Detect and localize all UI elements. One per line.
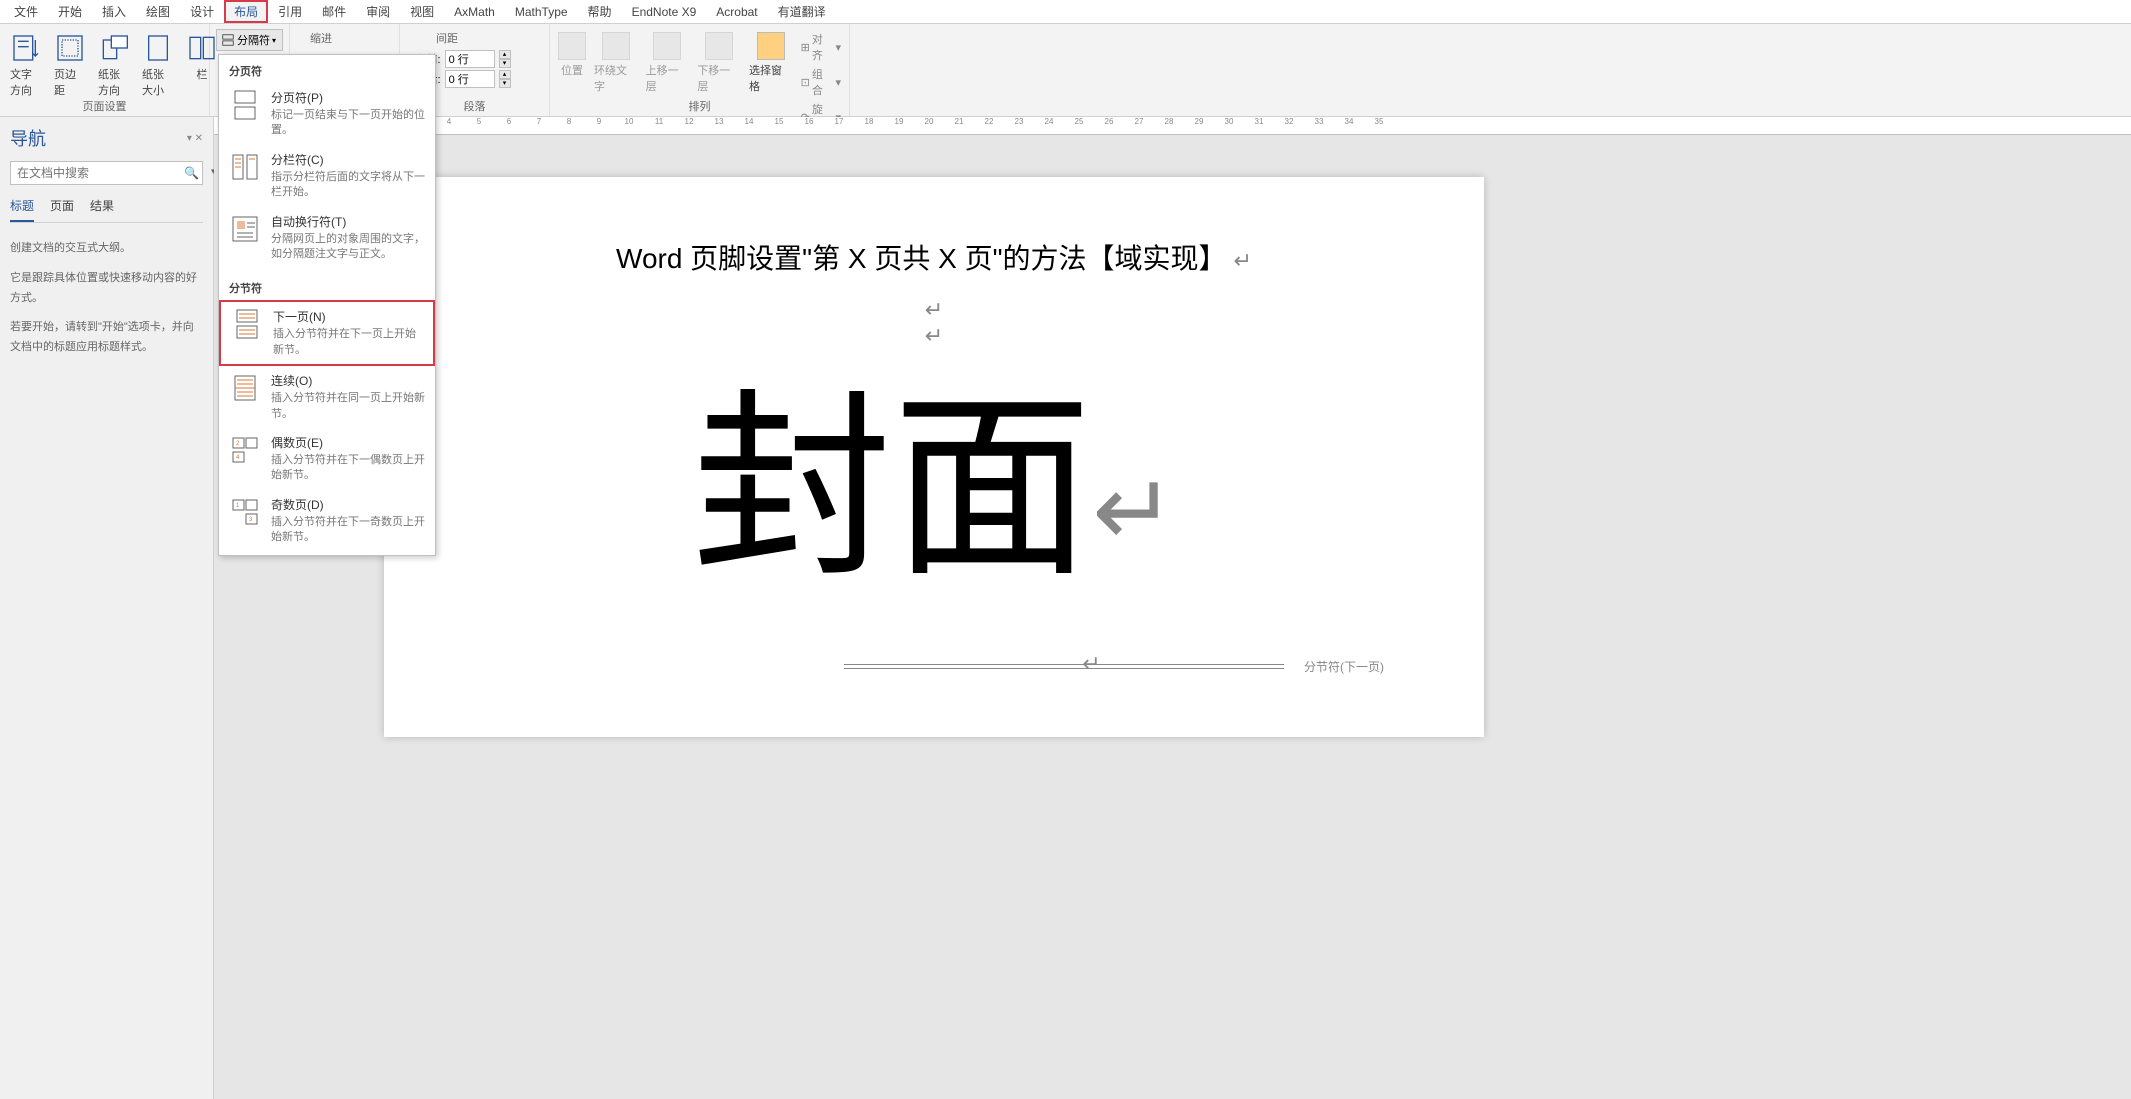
odd-page-break-item[interactable]: 13 奇数页(D)插入分节符并在下一奇数页上开始新节。 [219, 490, 435, 552]
document-area[interactable]: 4321123456789101112131415161718192021222… [214, 117, 2131, 1099]
tab-mathtype[interactable]: MathType [505, 2, 578, 22]
align-button[interactable]: ⊞对齐▾ [799, 30, 843, 64]
columns-label: 栏 [197, 66, 208, 82]
section-break-indicator: ↵ 分节符(下一页) [484, 651, 1384, 677]
horizontal-ruler[interactable]: 4321123456789101112131415161718192021222… [214, 117, 2131, 135]
margins-button[interactable]: 页边距 [50, 30, 90, 100]
forward-icon [653, 32, 681, 60]
size-icon [142, 32, 174, 64]
tab-home[interactable]: 开始 [48, 0, 92, 23]
page-setup-group-label: 页面设置 [0, 98, 209, 114]
align-icon: ⊞ [801, 41, 810, 54]
wrap-icon [602, 32, 630, 60]
continuous-break-item[interactable]: 连续(O)插入分节符并在同一页上开始新节。 [219, 366, 435, 428]
nav-hint-2: 它是跟踪具体位置或快速移动内容的好方式。 [10, 269, 203, 309]
spacing-before-input[interactable] [445, 50, 495, 68]
page-break-icon [229, 89, 261, 121]
search-input[interactable] [11, 162, 178, 184]
nav-tab-results[interactable]: 结果 [90, 197, 114, 222]
tab-review[interactable]: 审阅 [356, 0, 400, 23]
size-button[interactable]: 纸张大小 [138, 30, 178, 100]
nav-tab-headings[interactable]: 标题 [10, 197, 34, 222]
tab-draw[interactable]: 绘图 [136, 0, 180, 23]
ribbon-tabs: 文件 开始 插入 绘图 设计 布局 引用 邮件 审阅 视图 AxMath Mat… [0, 0, 2131, 24]
text-wrap-icon [229, 213, 261, 245]
even-page-icon: 24 [229, 434, 261, 466]
cover-text: 封面↵ [484, 389, 1384, 591]
margins-label: 页边距 [54, 66, 86, 98]
document-title: Word 页脚设置"第 X 页共 X 页"的方法【域实现】 ↵ [484, 237, 1384, 277]
tab-layout[interactable]: 布局 [224, 0, 268, 23]
breaks-button[interactable]: 分隔符 ▾ [216, 29, 283, 51]
tab-design[interactable]: 设计 [180, 0, 224, 23]
size-label: 纸张大小 [142, 66, 174, 98]
spacing-header: 间距 [406, 26, 543, 48]
nav-hint-1: 创建文档的交互式大纲。 [10, 239, 203, 259]
nav-tab-pages[interactable]: 页面 [50, 197, 74, 222]
even-page-break-item[interactable]: 24 偶数页(E)插入分节符并在下一偶数页上开始新节。 [219, 428, 435, 490]
next-page-break-item[interactable]: 下一页(N)插入分节符并在下一页上开始新节。 [219, 300, 435, 366]
svg-text:4: 4 [236, 455, 240, 461]
spacing-after-input[interactable] [445, 70, 495, 88]
tab-axmath[interactable]: AxMath [444, 2, 505, 22]
group-button[interactable]: ⊡组合▾ [799, 65, 843, 99]
paragraph-mark-icon: ↵ [1092, 461, 1176, 561]
svg-text:1: 1 [236, 503, 240, 509]
odd-page-icon: 13 [229, 496, 261, 528]
position-icon [558, 32, 586, 60]
tab-youdao[interactable]: 有道翻译 [768, 0, 836, 23]
arrange-group-label: 排列 [550, 98, 849, 114]
column-break-item[interactable]: 分栏符(C)指示分栏符后面的文字将从下一栏开始。 [219, 145, 435, 207]
breaks-dropdown: 分页符 分页符(P)标记一页结束与下一页开始的位置。 分栏符(C)指示分栏符后面… [218, 54, 436, 556]
spacing-before-spinner[interactable]: ▴▾ [499, 50, 511, 68]
nav-chevron-icon[interactable]: ▾ ✕ [187, 133, 203, 144]
svg-text:2: 2 [236, 441, 240, 447]
nav-search[interactable]: 🔍 ▾ [10, 161, 203, 185]
margins-icon [54, 32, 86, 64]
tab-endnote[interactable]: EndNote X9 [622, 2, 707, 22]
document-page[interactable]: Word 页脚设置"第 X 页共 X 页"的方法【域实现】 ↵ ↵ ↵ 封面↵ … [384, 177, 1484, 737]
paragraph-mark-icon: ↵ [925, 297, 943, 322]
text-direction-icon [10, 32, 42, 64]
tab-help[interactable]: 帮助 [578, 0, 622, 23]
svg-text:3: 3 [249, 517, 253, 523]
tab-file[interactable]: 文件 [4, 0, 48, 23]
text-direction-label: 文字方向 [10, 66, 42, 98]
page-breaks-header: 分页符 [219, 59, 435, 83]
tab-mailings[interactable]: 邮件 [312, 0, 356, 23]
section-breaks-header: 分节符 [219, 276, 435, 300]
text-direction-button[interactable]: 文字方向 [6, 30, 46, 100]
paragraph-mark-icon: ↵ [1234, 248, 1252, 273]
group-icon: ⊡ [801, 76, 810, 89]
tab-insert[interactable]: 插入 [92, 0, 136, 23]
orientation-icon [98, 32, 130, 64]
next-page-icon [231, 308, 263, 340]
indent-header: 缩进 [310, 26, 393, 46]
column-break-icon [229, 151, 261, 183]
text-wrap-break-item[interactable]: 自动换行符(T)分隔网页上的对象周围的文字，如分隔题注文字与正文。 [219, 207, 435, 269]
page-break-item[interactable]: 分页符(P)标记一页结束与下一页开始的位置。 [219, 83, 435, 145]
paragraph-mark-icon: ↵ [925, 323, 943, 348]
spacing-after-spinner[interactable]: ▴▾ [499, 70, 511, 88]
tab-acrobat[interactable]: Acrobat [706, 2, 767, 22]
nav-hint-3: 若要开始，请转到"开始"选项卡，并向文档中的标题应用标题样式。 [10, 318, 203, 358]
search-icon[interactable]: 🔍 [178, 162, 205, 184]
backward-icon [705, 32, 733, 60]
continuous-icon [229, 372, 261, 404]
orientation-button[interactable]: 纸张方向 [94, 30, 134, 100]
chevron-down-icon: ▾ [272, 36, 276, 45]
tab-references[interactable]: 引用 [268, 0, 312, 23]
tab-view[interactable]: 视图 [400, 0, 444, 23]
breaks-icon [221, 33, 235, 47]
orientation-label: 纸张方向 [98, 66, 130, 98]
nav-title: 导航 [10, 125, 46, 151]
selection-icon [757, 32, 785, 60]
navigation-panel: 导航 ▾ ✕ 🔍 ▾ 标题 页面 结果 创建文档的交互式大纲。 它是跟踪具体位置… [0, 117, 214, 1099]
